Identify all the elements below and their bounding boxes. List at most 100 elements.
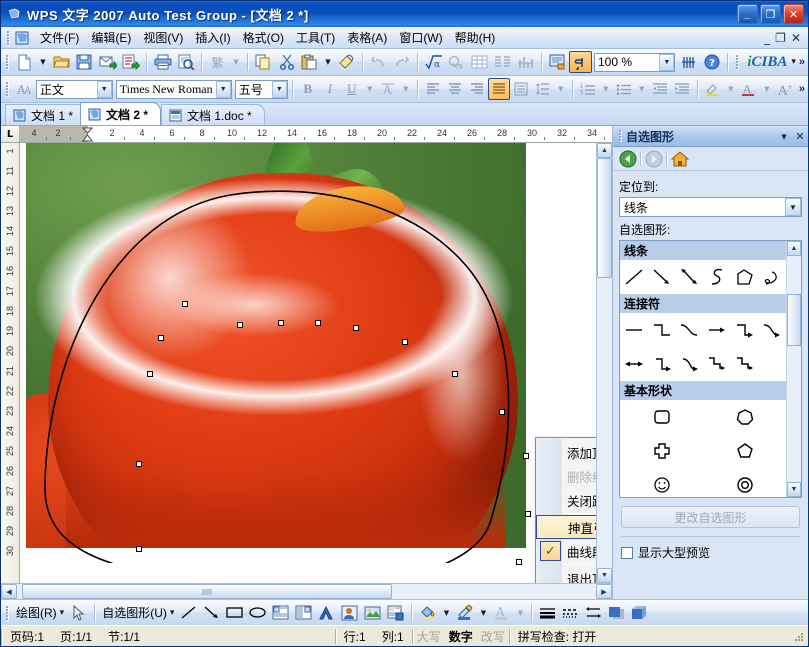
ctx-straighten-arc[interactable]: 抻直弓形(S) [536, 515, 596, 539]
scroll-down-button[interactable]: ▼ [597, 568, 612, 583]
task-pane-close[interactable]: ✕ [792, 130, 808, 143]
font-combo[interactable]: Times New Roman ▼ [116, 80, 232, 99]
vertex-handle[interactable] [315, 320, 321, 326]
highlight-dropdown[interactable]: ▼ [724, 78, 738, 100]
print-icon[interactable] [151, 51, 174, 73]
paste-icon[interactable] [298, 51, 321, 73]
vertex-handle[interactable] [147, 371, 153, 377]
traditional-chinese-icon[interactable]: 繁 [206, 51, 229, 73]
zoom-dropdown-arrow[interactable]: ▼ [659, 54, 674, 71]
horizontal-ruler-track[interactable]: 42246810121416182022242628303234 [20, 126, 612, 142]
curve-icon[interactable] [703, 262, 731, 292]
task-pane-grip[interactable] [616, 129, 623, 143]
curved-double-arrow-connector-icon[interactable] [675, 349, 703, 379]
distributed-align-icon[interactable] [510, 78, 532, 100]
menu-edit[interactable]: 编辑(E) [85, 27, 137, 48]
horizontal-scrollbar[interactable]: ◀ ▶ [1, 583, 612, 599]
send-mail-icon[interactable] [96, 51, 119, 73]
help-icon[interactable]: ? [700, 51, 723, 73]
line-icon[interactable] [620, 262, 648, 292]
mdi-restore-button[interactable]: ❐ [775, 33, 786, 43]
vertex-handle[interactable] [353, 325, 359, 331]
copy-icon[interactable] [252, 51, 275, 73]
style-dropdown-arrow[interactable]: ▼ [97, 81, 112, 98]
vertex-handle[interactable] [136, 546, 142, 552]
3d-style-icon[interactable] [628, 602, 651, 624]
document-page[interactable] [20, 143, 596, 583]
word-art-icon[interactable] [315, 602, 338, 624]
home-icon[interactable] [669, 149, 690, 169]
status-overwrite[interactable]: 改写 [477, 628, 509, 645]
status-caps[interactable]: 大写 [413, 628, 445, 645]
horizontal-ruler[interactable]: L 42246810121416182022242628303234 [1, 126, 612, 143]
font-color-dropdown[interactable]: ▼ [760, 78, 774, 100]
standard-toolbar-grip[interactable] [3, 54, 10, 70]
font-color-icon[interactable]: A [738, 78, 760, 100]
resize-grip[interactable] [791, 629, 805, 643]
save-icon[interactable] [73, 51, 96, 73]
elbow-double-arrow-connector-icon[interactable] [648, 349, 676, 379]
drawing-toolbar-grip[interactable] [3, 605, 10, 621]
ctx-close-path[interactable]: 关闭路径(L) [562, 488, 596, 512]
document-tab-3[interactable]: 文档 1.doc * [161, 104, 265, 125]
align-left-icon[interactable] [422, 78, 444, 100]
elbow-jog-double-icon[interactable] [758, 349, 786, 379]
freeform-icon[interactable] [731, 262, 759, 292]
elbow-arrow-connector-icon[interactable] [731, 315, 759, 345]
fill-color-dropdown[interactable]: ▼ [439, 602, 453, 624]
line-color-dropdown[interactable]: ▼ [476, 602, 490, 624]
find-icon[interactable] [677, 51, 700, 73]
locate-dropdown-arrow[interactable]: ▼ [785, 198, 801, 216]
autoshape-menu-arrow[interactable]: ▾ [170, 610, 178, 616]
formula-icon[interactable]: α [422, 51, 445, 73]
draw-menu-arrow[interactable]: ▾ [60, 610, 68, 616]
char-shading-dropdown[interactable]: ▼ [399, 78, 413, 100]
open-icon[interactable] [50, 51, 73, 73]
menu-tools[interactable]: 工具(T) [290, 27, 341, 48]
curved-connector-icon[interactable] [675, 315, 703, 345]
chart-icon[interactable] [514, 51, 537, 73]
decrease-indent-icon[interactable] [649, 78, 671, 100]
bold-button[interactable]: B [297, 78, 319, 100]
vertical-scroll-track[interactable] [597, 158, 612, 568]
insert-picture-icon[interactable] [361, 602, 384, 624]
vertex-handle[interactable] [523, 453, 529, 459]
format-toolbar-overflow[interactable]: » [796, 83, 808, 95]
redo-icon[interactable] [390, 51, 413, 73]
new-document-dropdown[interactable]: ▼ [36, 51, 50, 73]
heptagon-icon[interactable] [703, 402, 786, 432]
undo-icon[interactable] [367, 51, 390, 73]
fill-color-icon[interactable] [416, 602, 439, 624]
arrow-icon[interactable] [648, 262, 676, 292]
maximize-button[interactable]: ❐ [760, 4, 781, 24]
rounded-rectangle-icon[interactable] [620, 402, 703, 432]
task-pane-dropdown[interactable]: ▾ [776, 130, 792, 143]
align-justify-icon[interactable] [488, 78, 510, 100]
new-document-icon[interactable] [13, 51, 36, 73]
insert-table-icon[interactable] [468, 51, 491, 73]
line-style-icon[interactable] [536, 602, 559, 624]
grow-font-icon[interactable]: A+ [774, 78, 796, 100]
zoom-combo[interactable]: 100 % ▼ [594, 53, 675, 72]
bulleted-list-dropdown[interactable]: ▼ [635, 78, 649, 100]
ctx-exit-vertex-edit[interactable]: 退出顶点编辑(E) [562, 566, 596, 583]
curved-arrow-connector-icon[interactable] [758, 315, 786, 345]
paragraph-marks-icon[interactable] [569, 51, 592, 73]
standard-toolbar-overflow[interactable]: » [796, 56, 808, 68]
vertex-handle[interactable] [278, 320, 284, 326]
size-dropdown-arrow[interactable]: ▼ [272, 81, 287, 98]
iciba-toolbar-grip[interactable] [733, 54, 740, 70]
pentagon-icon[interactable] [703, 436, 786, 466]
gallery-scroll-track[interactable] [787, 256, 801, 482]
align-right-icon[interactable] [466, 78, 488, 100]
status-num[interactable]: 数字 [445, 628, 477, 645]
print-preview-icon[interactable] [174, 51, 197, 73]
close-button[interactable]: ✕ [783, 4, 804, 24]
increase-indent-icon[interactable] [671, 78, 693, 100]
menubar-grip[interactable] [4, 30, 11, 46]
smiley-face-icon[interactable] [620, 470, 703, 497]
vertex-handle[interactable] [182, 301, 188, 307]
vertex-handle[interactable] [402, 339, 408, 345]
italic-button[interactable]: I [319, 78, 341, 100]
menu-format[interactable]: 格式(O) [237, 27, 290, 48]
